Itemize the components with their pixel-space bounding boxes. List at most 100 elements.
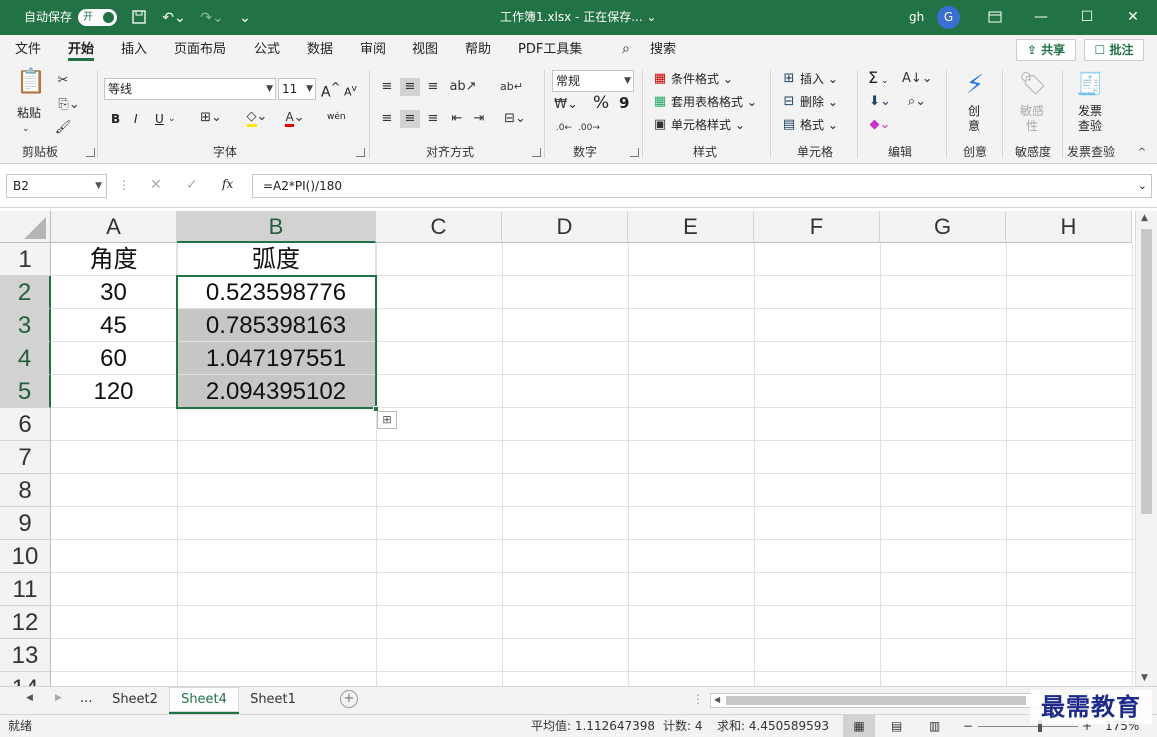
cell-a1[interactable]: 角度	[51, 243, 177, 276]
insert-function-icon[interactable]: fx	[222, 177, 233, 191]
hscroll-thumb[interactable]	[726, 696, 1026, 705]
column-header-b[interactable]: B	[177, 211, 376, 243]
row-header-9[interactable]: 9	[0, 507, 51, 540]
scroll-up-icon[interactable]: ▲	[1141, 213, 1148, 223]
tab-formulas[interactable]: 公式	[254, 35, 280, 64]
tab-home[interactable]: 开始	[68, 35, 95, 64]
scroll-down-icon[interactable]: ▼	[1141, 673, 1148, 683]
increase-indent-icon[interactable]: ⇥	[470, 110, 488, 128]
alignment-launcher-icon[interactable]	[532, 148, 541, 157]
normal-view-icon[interactable]: ▦	[843, 715, 875, 737]
sort-filter-icon[interactable]: A↓⌄	[902, 70, 933, 88]
grow-font-icon[interactable]: A^	[321, 78, 340, 102]
copy-icon[interactable]: ⎘⌄	[54, 96, 84, 114]
tab-data[interactable]: 数据	[307, 35, 333, 64]
cancel-icon[interactable]: ✕	[150, 177, 162, 193]
select-all-button[interactable]	[0, 211, 51, 243]
cut-icon[interactable]: ✂	[54, 72, 72, 90]
italic-button[interactable]: I	[134, 110, 138, 128]
formula-input[interactable]: =A2*PI()/180 ⌄	[252, 174, 1152, 198]
underline-dropdown-icon[interactable]: ⌄	[168, 110, 176, 128]
zoom-out-icon[interactable]: −	[963, 715, 973, 737]
format-painter-icon[interactable]: 🖌	[54, 119, 72, 137]
merge-center-icon[interactable]: ⊟⌄	[500, 110, 530, 128]
row-header-3[interactable]: 3	[0, 309, 51, 342]
more-sheets-button[interactable]: ...	[80, 691, 92, 706]
clipboard-launcher-icon[interactable]	[86, 148, 95, 157]
page-layout-view-icon[interactable]: ▤	[891, 715, 902, 737]
row-header-1[interactable]: 1	[0, 243, 51, 276]
tab-page-layout[interactable]: 页面布局	[174, 35, 226, 64]
search-label[interactable]: 搜索	[650, 35, 676, 64]
conditional-format-button[interactable]: 条件格式 ⌄	[671, 70, 733, 88]
cell-a3[interactable]: 45	[51, 309, 177, 342]
creative-button[interactable]: 创 意	[968, 104, 980, 134]
paste-icon[interactable]: 📋	[14, 69, 48, 102]
row-header-2[interactable]: 2	[0, 276, 51, 309]
sheet-tab-sheet4[interactable]: Sheet4	[169, 687, 239, 714]
avatar[interactable]: G	[937, 6, 960, 29]
zoom-slider[interactable]	[978, 726, 1078, 727]
column-header-d[interactable]: D	[502, 211, 628, 243]
row-header-8[interactable]: 8	[0, 474, 51, 507]
align-right-icon[interactable]: ≡	[424, 110, 442, 128]
prev-sheet-icon[interactable]: ◀	[26, 693, 33, 703]
autosum-icon[interactable]: Σ ⌄	[868, 69, 889, 90]
font-launcher-icon[interactable]	[356, 148, 365, 157]
row-header-6[interactable]: 6	[0, 408, 51, 441]
column-header-e[interactable]: E	[628, 211, 754, 243]
sheet-tab-sheet2[interactable]: Sheet2	[103, 687, 167, 714]
align-center-icon[interactable]: ≡	[400, 110, 420, 128]
maximize-button[interactable]: ☐	[1064, 0, 1110, 35]
cell-a5[interactable]: 120	[51, 375, 177, 408]
shrink-font-icon[interactable]: Av	[344, 80, 357, 102]
sheet-tab-sheet1[interactable]: Sheet1	[241, 687, 305, 714]
lightning-icon[interactable]: ⚡	[960, 70, 990, 100]
borders-icon[interactable]: ⊞⌄	[196, 109, 226, 127]
align-left-icon[interactable]: ≡	[378, 110, 396, 128]
cell-a2[interactable]: 30	[51, 276, 177, 309]
invoice-icon[interactable]: 🧾	[1075, 70, 1105, 100]
underline-button[interactable]: U	[155, 110, 164, 128]
cell-b1[interactable]: 弧度	[177, 243, 376, 276]
font-size-combo[interactable]: 11 ▼	[278, 78, 316, 100]
insert-cells-button[interactable]: 插入 ⌄	[800, 70, 838, 88]
vertical-scrollbar[interactable]: ▲ ▼	[1135, 211, 1157, 686]
close-button[interactable]: ✕	[1110, 0, 1156, 35]
invoice-button[interactable]: 发票 查验	[1078, 104, 1102, 134]
tab-view[interactable]: 视图	[412, 35, 438, 64]
row-header-11[interactable]: 11	[0, 573, 51, 606]
tab-pdf-tools[interactable]: PDF工具集	[518, 35, 582, 64]
autosave-toggle[interactable]: 开	[78, 9, 117, 26]
fill-color-icon[interactable]: ◇⌄	[242, 108, 272, 127]
bold-button[interactable]: B	[111, 110, 120, 128]
customize-qat-icon[interactable]: ⌄	[236, 9, 254, 27]
row-header-7[interactable]: 7	[0, 441, 51, 474]
percent-button[interactable]: %	[593, 94, 609, 112]
row-header-5[interactable]: 5	[0, 375, 51, 408]
row-header-4[interactable]: 4	[0, 342, 51, 375]
increase-decimal-icon[interactable]: .0←	[554, 119, 574, 137]
paste-dropdown-icon[interactable]: ⌄	[22, 120, 30, 138]
cell-styles-button[interactable]: 单元格样式 ⌄	[671, 116, 745, 134]
decrease-decimal-icon[interactable]: .00→	[578, 119, 600, 137]
expand-formula-icon[interactable]: ⌄	[1138, 175, 1147, 197]
save-icon[interactable]	[130, 9, 148, 27]
comma-style-button[interactable]: 9	[619, 94, 629, 112]
number-format-combo[interactable]: 常规 ▼	[552, 70, 634, 92]
undo-icon[interactable]: ↶⌄	[160, 9, 188, 27]
row-header-12[interactable]: 12	[0, 606, 51, 639]
cell-a4[interactable]: 60	[51, 342, 177, 375]
share-button[interactable]: ⇪ 共享	[1016, 39, 1076, 61]
column-header-a[interactable]: A	[51, 211, 177, 243]
align-bottom-icon[interactable]: ≡	[424, 78, 442, 96]
collapse-ribbon-icon[interactable]: ^	[1134, 144, 1150, 162]
phonetic-icon[interactable]: wén	[327, 108, 346, 126]
column-header-f[interactable]: F	[754, 211, 880, 243]
minimize-button[interactable]: —	[1018, 0, 1064, 35]
next-sheet-icon[interactable]: ▶	[55, 693, 62, 703]
worksheet-grid[interactable]: A B C D E F G H 1 2 3 4 5 6 7 8 9 10 11 …	[0, 211, 1135, 686]
align-middle-icon[interactable]: ≡	[400, 78, 420, 96]
clear-icon[interactable]: ◆⌄	[866, 116, 894, 134]
currency-icon[interactable]: ₩⌄	[554, 96, 578, 114]
